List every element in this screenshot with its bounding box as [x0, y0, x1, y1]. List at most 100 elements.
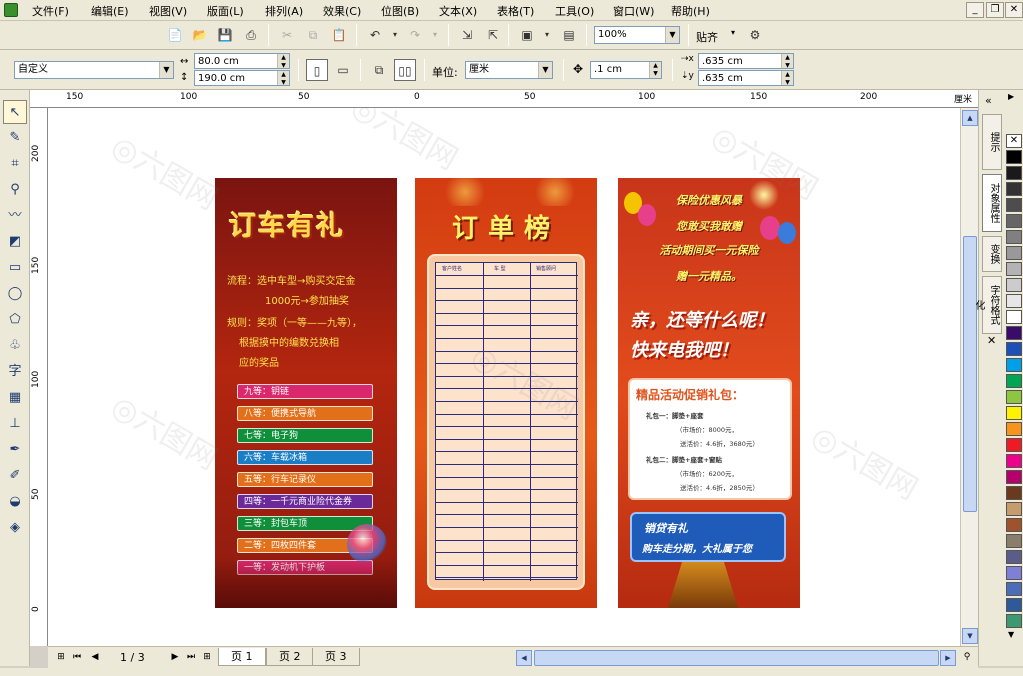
banner-order-gift[interactable]: 订车有礼 流程：选中车型→购买交定金 1000元→参加抽奖 规则：奖项（一等——… [215, 178, 397, 608]
menu-text[interactable]: 文本(X) [439, 3, 477, 19]
unit-select[interactable]: 厘米 ▼ [465, 61, 553, 79]
snap-dropdown-icon[interactable]: ▾ [731, 28, 735, 37]
open-icon[interactable]: 📂 [189, 24, 211, 46]
color-swatch[interactable] [1006, 614, 1022, 628]
horizontal-ruler[interactable]: 150 100 50 0 50 100 150 200 厘米 [30, 90, 978, 108]
docker-close-icon[interactable]: ✕ [987, 334, 996, 347]
next-page-icon[interactable]: ▶ [168, 650, 182, 664]
color-swatch[interactable] [1006, 390, 1022, 404]
page-width-field[interactable]: 80.0 cm ▲ ▼ [194, 53, 290, 69]
color-swatch[interactable] [1006, 582, 1022, 596]
color-swatch[interactable] [1006, 566, 1022, 580]
color-swatch[interactable] [1006, 502, 1022, 516]
color-swatch[interactable] [1006, 454, 1022, 468]
color-swatch[interactable] [1006, 470, 1022, 484]
table-tool-icon[interactable]: ▦ [3, 386, 27, 410]
pick-tool-icon[interactable]: ↖ [3, 100, 27, 124]
chevron-down-icon[interactable]: ▼ [538, 62, 552, 78]
polygon-tool-icon[interactable]: ⬠ [3, 308, 27, 332]
docker-collapse-icon[interactable]: « [985, 94, 992, 107]
tab-page-2[interactable]: 页 2 [266, 648, 314, 666]
page-preset-select[interactable]: 自定义 ▼ [14, 61, 174, 79]
color-swatch[interactable] [1006, 150, 1022, 164]
page-height-field[interactable]: 190.0 cm ▲ ▼ [194, 70, 290, 86]
welcome-screen-icon[interactable]: ▤ [558, 24, 580, 46]
docker-tab-transform[interactable]: 变换 [982, 236, 1002, 272]
drawing-canvas[interactable]: 订车有礼 流程：选中车型→购买交定金 1000元→参加抽奖 规则：奖项（一等——… [48, 108, 960, 646]
horizontal-scrollbar[interactable]: ◀ ▶ [516, 650, 956, 666]
cut-icon[interactable]: ✂ [276, 24, 298, 46]
close-icon[interactable]: ✕ [1005, 2, 1023, 18]
menu-window[interactable]: 窗口(W) [613, 3, 654, 19]
outline-tool-icon[interactable]: ✐ [3, 464, 27, 488]
color-swatch[interactable] [1006, 486, 1022, 500]
menu-table[interactable]: 表格(T) [497, 3, 534, 19]
color-swatch[interactable] [1006, 550, 1022, 564]
docker-tab-character[interactable]: 字符格式化 [973, 276, 1002, 334]
app-launcher-dropdown-icon[interactable]: ▾ [536, 24, 558, 46]
color-swatch[interactable] [1006, 262, 1022, 276]
chevron-down-icon[interactable]: ▼ [159, 62, 173, 78]
undo-icon[interactable]: ↶ [364, 24, 386, 46]
duplicate-x-field[interactable]: .635 cm ▲ ▼ [698, 53, 794, 69]
zoom-tool-icon[interactable]: ⚲ [3, 178, 27, 202]
color-swatch[interactable] [1006, 198, 1022, 212]
restore-icon[interactable]: ❐ [986, 2, 1004, 18]
color-swatch[interactable] [1006, 518, 1022, 532]
scroll-right-icon[interactable]: ▶ [940, 650, 956, 666]
new-document-icon[interactable]: 📄 [164, 24, 186, 46]
last-page-icon[interactable]: ⏭ [184, 650, 198, 664]
menu-file[interactable]: 文件(F) [32, 3, 69, 19]
banner-order-board[interactable]: 订单榜 客户姓名 车 型 销售顾问 [415, 178, 597, 608]
scroll-left-icon[interactable]: ◀ [516, 650, 532, 666]
landscape-icon[interactable]: ▭ [332, 59, 354, 81]
fill-tool-icon[interactable]: ◒ [3, 490, 27, 514]
shape-tool-icon[interactable]: ✎ [3, 126, 27, 150]
zoom-select[interactable]: 100% ▼ [594, 26, 680, 44]
freehand-tool-icon[interactable]: 〰 [3, 204, 27, 228]
copy-icon[interactable]: ⧉ [302, 24, 324, 46]
color-swatch[interactable] [1006, 598, 1022, 612]
redo-dropdown-icon[interactable]: ▾ [424, 24, 446, 46]
color-swatch[interactable] [1006, 246, 1022, 260]
all-pages-icon[interactable]: ⧉ [368, 59, 390, 81]
palette-scroll-down-icon[interactable]: ▼ [1008, 630, 1014, 639]
docker-tab-hints[interactable]: 提示 [982, 114, 1002, 170]
duplicate-y-field[interactable]: .635 cm ▲ ▼ [698, 70, 794, 86]
portrait-icon[interactable]: ▯ [306, 59, 328, 81]
tab-page-1[interactable]: 页 1 [218, 648, 266, 666]
paste-icon[interactable]: 📋 [328, 24, 350, 46]
add-page-after-icon[interactable]: ⊞ [200, 650, 214, 664]
interactive-fill-tool-icon[interactable]: ◈ [3, 516, 27, 540]
nudge-field[interactable]: .1 cm ▲ ▼ [590, 61, 662, 79]
app-icon[interactable] [4, 3, 18, 17]
docker-tab-object-properties[interactable]: 对象属性 [982, 174, 1002, 232]
banner-insurance-promo[interactable]: 保险优惠风暴 您敢买我敢赠 活动期间买一元保险 赠一元精品。 亲，还等什么呢！ … [618, 178, 800, 608]
menu-layout[interactable]: 版面(L) [207, 3, 244, 19]
scroll-down-icon[interactable]: ▼ [962, 628, 978, 644]
color-swatch[interactable] [1006, 406, 1022, 420]
color-swatch[interactable] [1006, 182, 1022, 196]
save-icon[interactable]: 💾 [214, 24, 236, 46]
menu-bitmaps[interactable]: 位图(B) [381, 3, 419, 19]
nudge-spinner-icon[interactable]: ▲ ▼ [649, 62, 661, 78]
text-tool-icon[interactable]: 字 [3, 360, 27, 384]
scroll-thumb[interactable] [534, 650, 939, 666]
menu-view[interactable]: 视图(V) [149, 3, 187, 19]
color-swatch[interactable] [1006, 326, 1022, 340]
color-swatch[interactable] [1006, 294, 1022, 308]
color-swatch[interactable] [1006, 438, 1022, 452]
scroll-up-icon[interactable]: ▲ [962, 110, 978, 126]
current-page-icon[interactable]: ▯▯ [394, 59, 416, 81]
palette-scroll-up-icon[interactable]: ▶ [1008, 92, 1014, 101]
scroll-thumb[interactable] [963, 236, 977, 512]
basic-shapes-tool-icon[interactable]: ♧ [3, 334, 27, 358]
color-swatch[interactable] [1006, 534, 1022, 548]
color-swatch[interactable] [1006, 374, 1022, 388]
ellipse-tool-icon[interactable]: ◯ [3, 282, 27, 306]
no-color-swatch[interactable]: ✕ [1006, 134, 1022, 148]
color-swatch[interactable] [1006, 214, 1022, 228]
eyedropper-tool-icon[interactable]: ✒ [3, 438, 27, 462]
rectangle-tool-icon[interactable]: ▭ [3, 256, 27, 280]
undo-dropdown-icon[interactable]: ▾ [384, 24, 406, 46]
